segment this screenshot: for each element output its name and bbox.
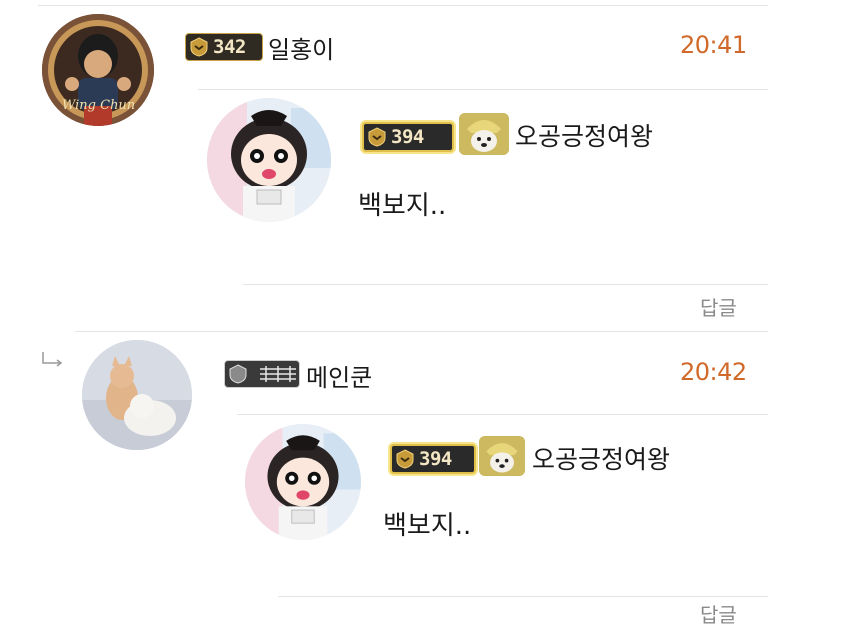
- shield-emblem-icon: [188, 36, 210, 58]
- commenter-avatar[interactable]: Wing Chun: [42, 14, 154, 126]
- quoted-message: 백보지..: [383, 511, 472, 541]
- quoted-level-badge: 394: [362, 122, 454, 152]
- dog-thumbnail-icon: [479, 436, 525, 476]
- comment-time: 20:42: [680, 358, 747, 386]
- quoted-avatar[interactable]: [207, 98, 331, 222]
- quoted-message: 백보지..: [358, 191, 447, 221]
- quote-top-divider: [237, 414, 768, 415]
- level-badge: 342: [185, 33, 263, 61]
- quoted-nickname[interactable]: 오공긍정여왕: [532, 440, 670, 476]
- avatar-caption: Wing Chun: [62, 98, 136, 113]
- commenter-nickname[interactable]: 일홍이: [268, 30, 334, 65]
- comment-time: 20:41: [680, 31, 747, 59]
- quoted-nickname[interactable]: 오공긍정여왕: [515, 117, 653, 153]
- level-number: 342: [213, 36, 246, 58]
- shield-emblem-icon: [366, 126, 388, 148]
- level-number: 394: [419, 448, 452, 470]
- quote-bottom-divider: [278, 596, 768, 597]
- shield-emblem-icon: [227, 363, 249, 385]
- reply-arrow-icon: [40, 350, 66, 370]
- top-divider: [38, 5, 768, 6]
- level-badge: [224, 360, 300, 388]
- reply-button[interactable]: 답글: [700, 292, 737, 321]
- reply-button[interactable]: 답글: [700, 599, 737, 628]
- quote-bottom-divider: [243, 284, 768, 285]
- level-number: 394: [391, 126, 424, 148]
- commenter-avatar[interactable]: [82, 340, 192, 450]
- shield-emblem-icon: [394, 448, 416, 470]
- quoted-avatar[interactable]: [245, 424, 361, 540]
- quote-top-divider: [198, 89, 768, 90]
- dog-thumbnail-icon: [459, 113, 509, 155]
- quoted-level-badge: 394: [390, 444, 476, 474]
- comment-divider: [75, 331, 768, 332]
- commenter-nickname[interactable]: 메인쿤: [306, 358, 372, 393]
